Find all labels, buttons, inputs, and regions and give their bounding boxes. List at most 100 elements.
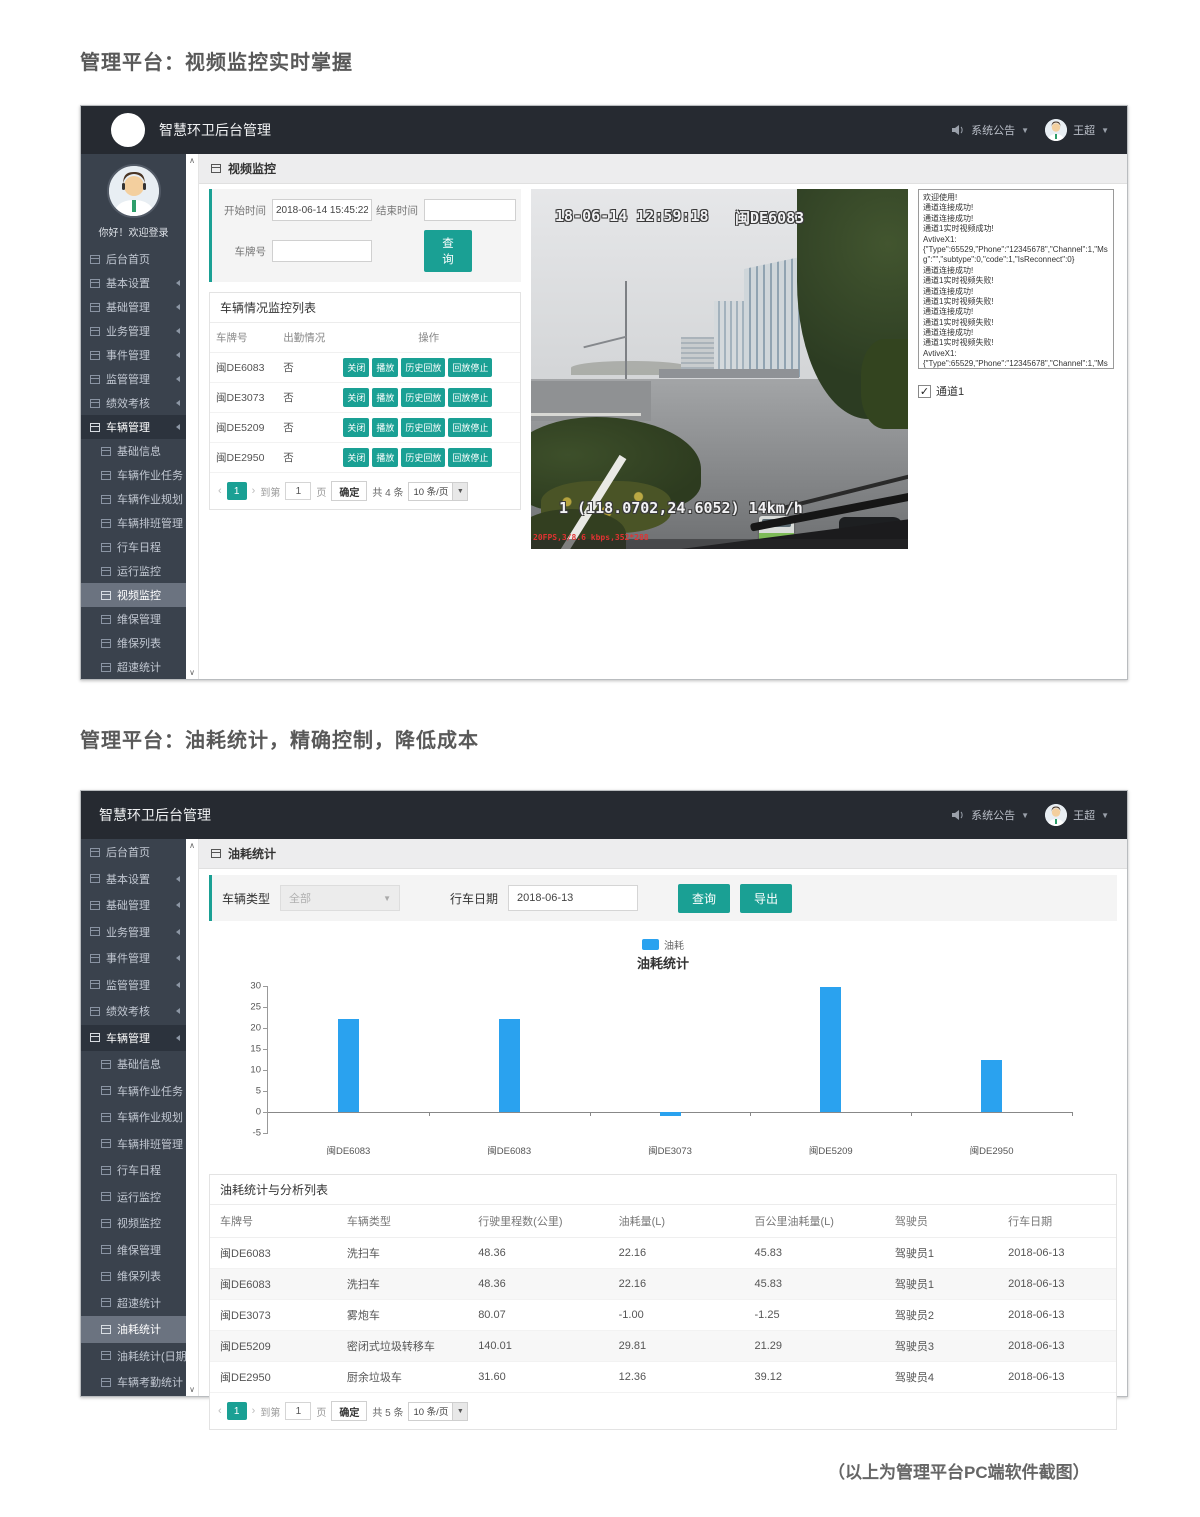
sidebar-item-车辆作业规划[interactable]: 车辆作业规划 (81, 487, 186, 511)
chevron-down-icon[interactable]: ▼ (1101, 811, 1109, 820)
sidebar-scrollbar[interactable]: ∧∨ (186, 154, 199, 679)
sidebar-item-行车日程[interactable]: 行车日程 (81, 535, 186, 559)
sidebar-item-基础管理[interactable]: 基础管理 (81, 295, 186, 319)
sidebar-item-监管管理[interactable]: 监管管理 (81, 367, 186, 391)
sidebar-item-业务管理[interactable]: 业务管理 (81, 919, 186, 946)
sidebar-item-车辆作业任务[interactable]: 车辆作业任务 (81, 463, 186, 487)
sidebar-item-基本设置[interactable]: 基本设置 (81, 271, 186, 295)
sidebar-item-事件管理[interactable]: 事件管理 (81, 945, 186, 972)
sidebar-item-维保列表[interactable]: 维保列表 (81, 631, 186, 655)
next-page-icon[interactable]: › (252, 485, 256, 497)
start-time-input[interactable] (272, 199, 372, 221)
sidebar-item-后台首页[interactable]: 后台首页 (81, 247, 186, 271)
column-header: 操作 (337, 323, 520, 353)
prev-page-icon[interactable]: ‹ (218, 1405, 222, 1417)
action-button-回放停止[interactable]: 回放停止 (448, 358, 492, 377)
sidebar-item-车辆管理[interactable]: 车辆管理 (81, 415, 186, 439)
action-button-历史回放[interactable]: 历史回放 (401, 448, 445, 467)
action-button-关闭[interactable]: 关闭 (343, 418, 369, 437)
per-page-select[interactable]: 10 条/页▼ (408, 482, 468, 501)
action-button-关闭[interactable]: 关闭 (343, 388, 369, 407)
search-button[interactable]: 查询 (424, 230, 472, 272)
sidebar-item-后台首页[interactable]: 后台首页 (81, 839, 186, 866)
confirm-page-button[interactable]: 确定 (331, 481, 367, 501)
action-button-播放[interactable]: 播放 (372, 448, 398, 467)
action-button-历史回放[interactable]: 历史回放 (401, 388, 445, 407)
sidebar-item-行车日程[interactable]: 行车日程 (81, 1157, 186, 1184)
sidebar-item-车辆考勤统计[interactable]: 车辆考勤统计 (81, 1369, 186, 1396)
sidebar-item-车辆作业任务[interactable]: 车辆作业任务 (81, 1078, 186, 1105)
chevron-down-icon[interactable]: ▼ (1021, 126, 1029, 135)
sidebar-item-监管管理[interactable]: 监管管理 (81, 972, 186, 999)
sidebar: 后台首页基本设置基础管理业务管理事件管理监管管理绩效考核车辆管理基础信息车辆作业… (81, 839, 186, 1396)
channel-checkbox[interactable]: ✓ (918, 385, 931, 398)
sidebar-item-基础管理[interactable]: 基础管理 (81, 892, 186, 919)
sidebar-item-绩效考核[interactable]: 绩效考核 (81, 998, 186, 1025)
menu-icon (90, 954, 100, 963)
goto-page-input[interactable] (285, 482, 311, 500)
sidebar-item-油耗统计[interactable]: 油耗统计 (81, 1316, 186, 1343)
sidebar-item-事件管理[interactable]: 事件管理 (81, 343, 186, 367)
channel-checkbox-row[interactable]: ✓ 通道1 (918, 383, 1114, 399)
chart-legend[interactable]: 油耗 (209, 937, 1117, 952)
announcement-label[interactable]: 系统公告 (971, 807, 1015, 823)
per-page-select[interactable]: 10 条/页▼ (408, 1402, 468, 1421)
action-button-回放停止[interactable]: 回放停止 (448, 418, 492, 437)
chevron-down-icon[interactable]: ▼ (1101, 126, 1109, 135)
column-header: 百公里油耗量(L) (745, 1205, 885, 1238)
next-page-icon[interactable]: › (252, 1405, 256, 1417)
sidebar-item-业务管理[interactable]: 业务管理 (81, 319, 186, 343)
sidebar-scrollbar[interactable]: ∧∨ (186, 839, 199, 1396)
action-button-回放停止[interactable]: 回放停止 (448, 388, 492, 407)
action-button-关闭[interactable]: 关闭 (343, 358, 369, 377)
action-button-历史回放[interactable]: 历史回放 (401, 358, 445, 377)
sidebar-item-车辆作业规划[interactable]: 车辆作业规划 (81, 1104, 186, 1131)
sidebar-item-基本设置[interactable]: 基本设置 (81, 866, 186, 893)
sidebar-item-油耗统计(日期)[interactable]: 油耗统计(日期) (81, 1343, 186, 1370)
action-button-关闭[interactable]: 关闭 (343, 448, 369, 467)
action-button-播放[interactable]: 播放 (372, 358, 398, 377)
action-button-播放[interactable]: 播放 (372, 388, 398, 407)
sidebar-item-基础信息[interactable]: 基础信息 (81, 439, 186, 463)
sidebar-item-维保管理[interactable]: 维保管理 (81, 607, 186, 631)
sidebar-item-超速统计[interactable]: 超速统计 (81, 1290, 186, 1317)
sidebar-item-维保列表[interactable]: 维保列表 (81, 1263, 186, 1290)
sidebar-item-视频监控[interactable]: 视频监控 (81, 583, 186, 607)
scroll-up-icon[interactable]: ∧ (189, 841, 195, 850)
sidebar-item-维保管理[interactable]: 维保管理 (81, 1237, 186, 1264)
user-avatar[interactable] (1045, 804, 1067, 826)
scroll-up-icon[interactable]: ∧ (189, 156, 195, 165)
end-time-input[interactable] (424, 199, 516, 221)
export-button[interactable]: 导出 (740, 884, 792, 913)
vehicle-type-select[interactable]: 全部 ▼ (280, 885, 400, 911)
chevron-down-icon[interactable]: ▼ (1021, 811, 1029, 820)
action-button-播放[interactable]: 播放 (372, 418, 398, 437)
sidebar-item-车辆管理[interactable]: 车辆管理 (81, 1025, 186, 1052)
sidebar-item-超速统计[interactable]: 超速统计 (81, 655, 186, 679)
announcement-label[interactable]: 系统公告 (971, 122, 1015, 138)
sidebar-item-车辆排班管理[interactable]: 车辆排班管理 (81, 511, 186, 535)
drive-date-input[interactable] (508, 885, 638, 911)
prev-page-icon[interactable]: ‹ (218, 485, 222, 497)
username-label[interactable]: 王超 (1073, 807, 1095, 823)
goto-page-input[interactable] (285, 1402, 311, 1420)
confirm-page-button[interactable]: 确定 (331, 1401, 367, 1421)
sidebar-item-视频监控[interactable]: 视频监控 (81, 1210, 186, 1237)
username-label[interactable]: 王超 (1073, 122, 1095, 138)
sidebar-item-运行监控[interactable]: 运行监控 (81, 1184, 186, 1211)
search-button[interactable]: 查询 (678, 884, 730, 913)
action-button-历史回放[interactable]: 历史回放 (401, 418, 445, 437)
plate-input[interactable] (272, 240, 372, 262)
sidebar-item-车辆排班管理[interactable]: 车辆排班管理 (81, 1131, 186, 1158)
scroll-down-icon[interactable]: ∨ (189, 668, 195, 677)
user-avatar[interactable] (1045, 119, 1067, 141)
channel-checkbox-label: 通道1 (936, 383, 964, 399)
sidebar-item-运行监控[interactable]: 运行监控 (81, 559, 186, 583)
current-page-button[interactable]: 1 (227, 1402, 247, 1420)
sidebar-item-基础信息[interactable]: 基础信息 (81, 1051, 186, 1078)
scroll-down-icon[interactable]: ∨ (189, 1385, 195, 1394)
video-player[interactable]: 18-06-14 12:59:18 闽DE6083 1 (118.0702,24… (531, 189, 908, 549)
current-page-button[interactable]: 1 (227, 482, 247, 500)
action-button-回放停止[interactable]: 回放停止 (448, 448, 492, 467)
sidebar-item-绩效考核[interactable]: 绩效考核 (81, 391, 186, 415)
